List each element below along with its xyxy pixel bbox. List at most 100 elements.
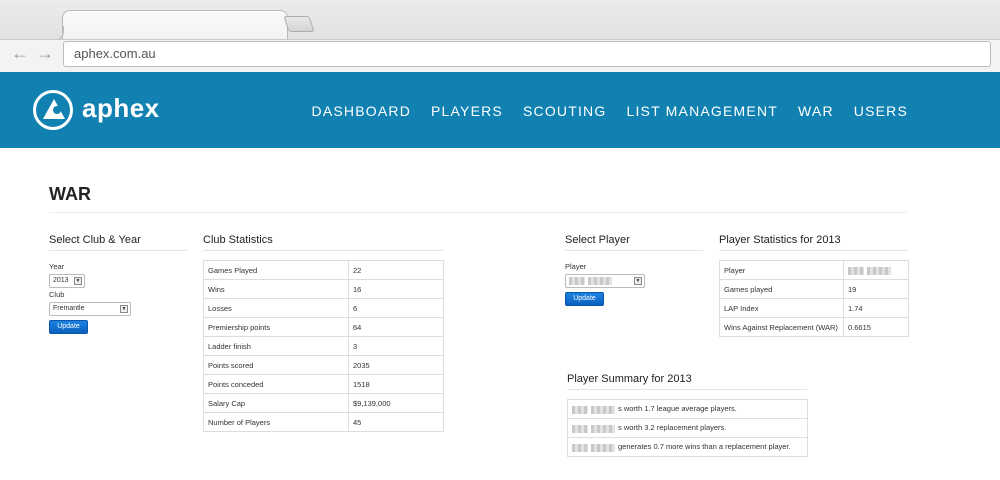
table-row: Wins 16 [203, 279, 444, 299]
table-row: Player [719, 260, 909, 280]
stat-label: Number of Players [203, 412, 349, 432]
table-row: Games played 19 [719, 279, 909, 299]
redacted-name [591, 443, 615, 452]
summary-line: generates 0.7 more wins than a replaceme… [567, 437, 808, 457]
player-stats-title: Player Statistics for 2013 [719, 234, 841, 246]
stat-label: Ladder finish [203, 336, 349, 356]
table-row: LAP Index 1.74 [719, 298, 909, 318]
stat-value: 64 [348, 317, 444, 337]
club-select-title: Select Club & Year [49, 234, 141, 246]
redacted-name [572, 424, 588, 433]
stat-value: 2035 [348, 355, 444, 375]
stat-label: Points conceded [203, 374, 349, 394]
stat-value: 3 [348, 336, 444, 356]
browser-tab[interactable] [49, 10, 288, 41]
stat-value [843, 260, 909, 280]
stat-label: Wins [203, 279, 349, 299]
year-select[interactable]: 2013 ▼ [49, 274, 85, 288]
new-tab-button[interactable] [283, 16, 315, 32]
stat-value: 0.6615 [843, 317, 909, 337]
table-row: s worth 1.7 league average players. [567, 399, 808, 419]
stat-label: Player [719, 260, 844, 280]
nav-list-management[interactable]: LIST MANAGEMENT [626, 103, 778, 119]
section-divider [49, 250, 187, 251]
year-select-value: 2013 [53, 277, 69, 284]
summary-text: s worth 3.2 replacement players. [618, 423, 727, 433]
table-row: Points scored 2035 [203, 355, 444, 375]
nav-scouting[interactable]: SCOUTING [523, 103, 607, 119]
nav-players[interactable]: PLAYERS [431, 103, 503, 119]
title-divider [49, 212, 908, 213]
table-row: Ladder finish 3 [203, 336, 444, 356]
chevron-down-icon: ▼ [634, 277, 642, 285]
summary-line: s worth 3.2 replacement players. [567, 418, 808, 438]
stat-value: 1.74 [843, 298, 909, 318]
summary-line: s worth 1.7 league average players. [567, 399, 808, 419]
stat-label: LAP Index [719, 298, 844, 318]
table-row: Premiership points 64 [203, 317, 444, 337]
chevron-down-icon: ▼ [120, 305, 128, 313]
section-divider [203, 250, 443, 251]
club-stats-table: Games Played 22 Wins 16 Losses 6 Premiershi… [203, 260, 444, 432]
summary-text: s worth 1.7 league average players. [618, 404, 737, 414]
player-update-button[interactable]: Update [565, 292, 604, 306]
stat-label: Games played [719, 279, 844, 299]
redacted-name [588, 277, 612, 285]
arrow-right-icon[interactable]: → [36, 44, 54, 62]
url-bar[interactable]: aphex.com.au [63, 41, 991, 67]
table-row: Games Played 22 [203, 260, 444, 280]
redacted-name [848, 266, 864, 275]
player-summary-title: Player Summary for 2013 [567, 373, 692, 385]
stat-label: Games Played [203, 260, 349, 280]
table-row: Wins Against Replacement (WAR) 0.6615 [719, 317, 909, 337]
redacted-name [572, 405, 588, 414]
stat-value: 16 [348, 279, 444, 299]
table-row: Number of Players 45 [203, 412, 444, 432]
summary-text: generates 0.7 more wins than a replaceme… [618, 442, 791, 452]
nav-war[interactable]: WAR [798, 103, 834, 119]
section-divider [567, 389, 807, 390]
table-row: s worth 3.2 replacement players. [567, 418, 808, 438]
section-divider [719, 250, 908, 251]
table-row: Points conceded 1518 [203, 374, 444, 394]
nav-users[interactable]: USERS [854, 103, 908, 119]
player-label: Player [565, 262, 587, 271]
table-row: Salary Cap $9,139,000 [203, 393, 444, 413]
main-nav: DASHBOARD PLAYERS SCOUTING LIST MANAGEME… [312, 103, 908, 119]
stat-value: 6 [348, 298, 444, 318]
stat-label: Salary Cap [203, 393, 349, 413]
year-label: Year [49, 262, 65, 271]
stat-value: 1518 [348, 374, 444, 394]
stat-value: 22 [348, 260, 444, 280]
stat-value: 19 [843, 279, 909, 299]
stat-label: Premiership points [203, 317, 349, 337]
redacted-name [569, 277, 585, 285]
stat-label: Wins Against Replacement (WAR) [719, 317, 844, 337]
brand-name[interactable]: aphex [82, 93, 160, 124]
stat-value: $9,139,000 [348, 393, 444, 413]
nav-dashboard[interactable]: DASHBOARD [312, 103, 411, 119]
table-row: Losses 6 [203, 298, 444, 318]
stat-value: 45 [348, 412, 444, 432]
player-select-title: Select Player [565, 234, 630, 246]
club-label: Club [49, 290, 65, 299]
redacted-name [867, 266, 891, 275]
arrow-left-icon[interactable]: ← [11, 44, 29, 62]
club-select-value: Fremantle [53, 305, 85, 312]
page-title: WAR [49, 184, 91, 204]
redacted-name [591, 424, 615, 433]
section-divider [565, 250, 703, 251]
stat-label: Losses [203, 298, 349, 318]
aphex-logo-icon[interactable] [33, 90, 73, 130]
chevron-down-icon: ▼ [74, 277, 82, 285]
redacted-name [572, 443, 588, 452]
redacted-name [591, 405, 615, 414]
player-select[interactable]: ▼ [565, 274, 645, 288]
table-row: generates 0.7 more wins than a replaceme… [567, 437, 808, 457]
player-summary-table: s worth 1.7 league average players. s wo… [567, 399, 808, 457]
player-stats-table: Player Games played 19 LAP Index 1.74 Wins… [719, 260, 909, 337]
club-select[interactable]: Fremantle ▼ [49, 302, 131, 316]
stat-label: Points scored [203, 355, 349, 375]
club-update-button[interactable]: Update [49, 320, 88, 334]
club-stats-title: Club Statistics [203, 234, 273, 246]
